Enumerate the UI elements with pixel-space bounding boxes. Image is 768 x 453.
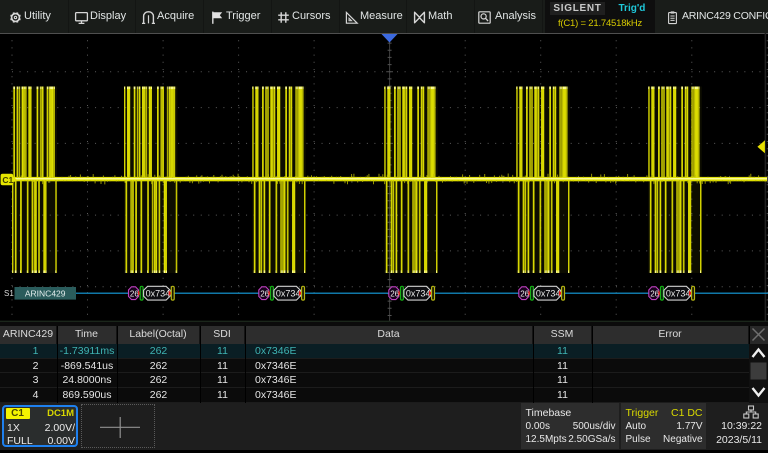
svg-text:ARINC429: ARINC429: [25, 288, 66, 298]
svg-text:C1: C1: [2, 175, 13, 185]
svg-text:S1: S1: [4, 289, 14, 298]
